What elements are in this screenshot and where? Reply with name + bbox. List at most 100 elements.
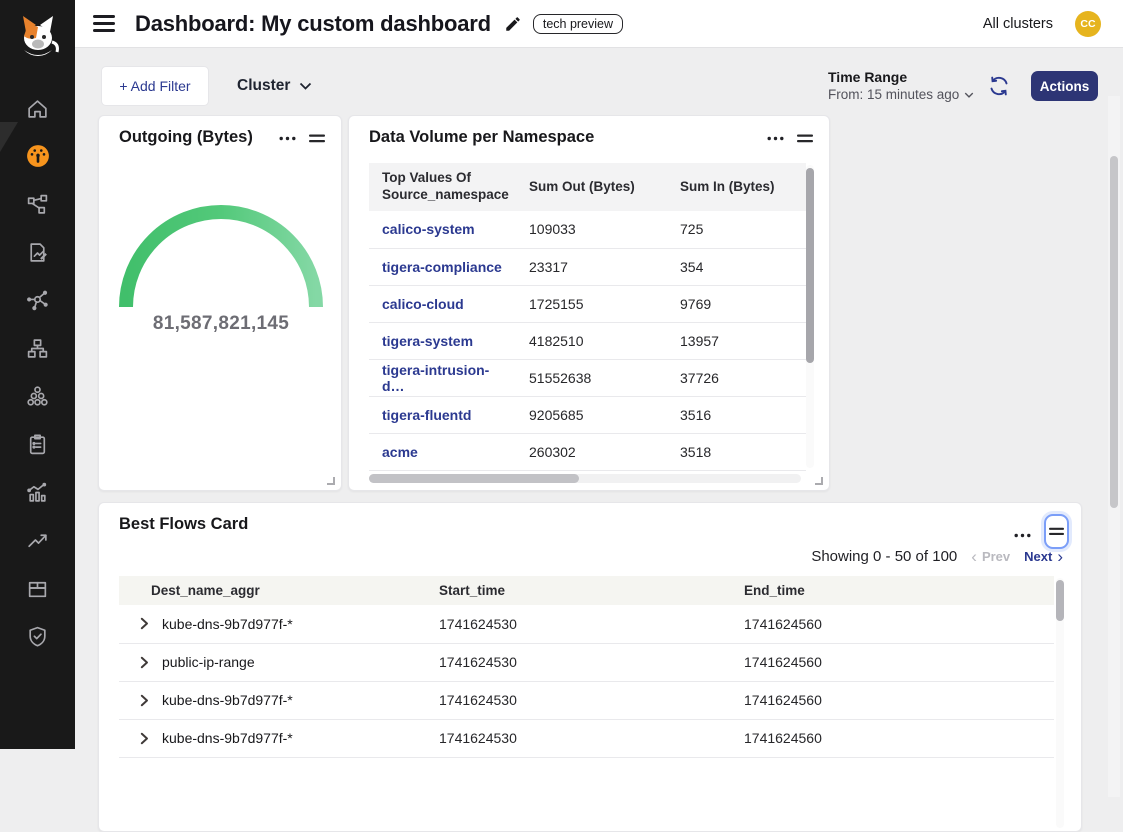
namespace-link[interactable]: tigera-system	[382, 333, 473, 349]
card-drag-handle[interactable]	[309, 134, 325, 143]
card-menu-button[interactable]	[279, 136, 296, 141]
namespace-link[interactable]: tigera-compliance	[382, 259, 502, 275]
sum-in-value: 37726	[667, 359, 806, 396]
chevron-down-icon	[964, 92, 974, 98]
refresh-button[interactable]	[988, 75, 1010, 97]
end-time-value: 1741624560	[731, 605, 1054, 643]
card-resize-handle[interactable]	[815, 477, 823, 485]
namespace-link[interactable]: calico-cloud	[382, 296, 464, 312]
start-time-value: 1741624530	[426, 643, 731, 681]
expand-row-button[interactable]	[140, 694, 149, 707]
table-row: kube-dns-9b7d977f-* 1741624530 174162456…	[119, 681, 1054, 719]
network-graph-icon	[26, 289, 49, 312]
sidebar-item-packages[interactable]	[0, 564, 75, 612]
sum-out-value: 109033	[516, 211, 667, 248]
hamburger-menu-icon[interactable]	[93, 15, 115, 32]
dest-name-value: kube-dns-9b7d977f-*	[162, 730, 293, 746]
next-page-button[interactable]: Next ›	[1024, 548, 1063, 565]
shield-check-icon	[26, 625, 49, 648]
sidebar-item-trends[interactable]	[0, 516, 75, 564]
start-time-value: 1741624530	[426, 681, 731, 719]
card-drag-handle[interactable]	[797, 134, 813, 143]
table-hscrollbar-thumb[interactable]	[369, 474, 579, 483]
drag-handle-icon	[309, 134, 325, 143]
chevron-right-icon	[140, 656, 149, 669]
data-volume-card: Data Volume per Namespace Top Values Of …	[348, 115, 830, 491]
namespace-link[interactable]: tigera-intrusion-d…	[382, 362, 489, 394]
time-range-value: From: 15 minutes ago	[828, 87, 959, 102]
sidebar-item-policies[interactable]	[0, 228, 75, 276]
actions-button[interactable]: Actions	[1031, 71, 1098, 101]
ellipsis-icon	[767, 136, 784, 141]
gauge-chart	[118, 204, 324, 314]
dest-name-value: public-ip-range	[162, 654, 255, 670]
card-menu-button[interactable]	[767, 136, 784, 141]
cluster-filter-dropdown[interactable]: Cluster	[237, 66, 312, 106]
sum-in-value: 3518	[667, 433, 806, 470]
table-row: tigera-system 4182510 13957	[369, 322, 806, 359]
sidebar-item-security[interactable]	[0, 612, 75, 660]
edit-dashboard-button[interactable]	[504, 15, 522, 33]
drag-handle-icon	[797, 134, 813, 143]
chevron-down-icon	[299, 82, 312, 90]
card-title: Data Volume per Namespace	[369, 128, 594, 147]
service-graph-icon	[26, 193, 49, 216]
card-menu-button[interactable]	[1014, 533, 1031, 538]
time-range-dropdown[interactable]: From: 15 minutes ago	[828, 87, 974, 102]
card-drag-handle-focused[interactable]	[1044, 514, 1069, 549]
refresh-icon	[988, 75, 1010, 97]
card-resize-handle[interactable]	[327, 477, 335, 485]
sidebar-item-statistics[interactable]	[0, 468, 75, 516]
table-header-row: Dest_name_aggr Start_time End_time	[119, 576, 1054, 605]
sidebar-item-clusters[interactable]	[0, 372, 75, 420]
sum-in-value: 9769	[667, 285, 806, 322]
filter-bar: + Add Filter Cluster Time Range From: 15…	[75, 48, 1123, 110]
ellipsis-icon	[1014, 533, 1031, 538]
page-scrollbar-thumb[interactable]	[1110, 156, 1118, 508]
time-range-block: Time Range From: 15 minutes ago	[828, 69, 974, 102]
time-range-label: Time Range	[828, 69, 974, 85]
table-header-row: Top Values Of Source_namespace Sum Out (…	[369, 163, 806, 211]
expand-row-button[interactable]	[140, 656, 149, 669]
end-time-value: 1741624560	[731, 681, 1054, 719]
cluster-scope-selector[interactable]: All clusters	[983, 16, 1053, 32]
column-header: Sum In (Bytes)	[667, 163, 806, 211]
expand-row-button[interactable]	[140, 732, 149, 745]
cluster-nodes-icon	[26, 385, 49, 408]
prev-page-button[interactable]: ‹ Prev	[971, 548, 1010, 565]
sidebar-item-endpoints[interactable]	[0, 324, 75, 372]
pagination-status: Showing 0 - 50 of 100	[811, 548, 957, 565]
drag-handle-icon	[1049, 527, 1064, 536]
sidebar-item-service-graph[interactable]	[0, 180, 75, 228]
user-avatar[interactable]: CC	[1075, 11, 1101, 37]
dest-name-value: kube-dns-9b7d977f-*	[162, 692, 293, 708]
add-filter-button[interactable]: + Add Filter	[101, 66, 209, 106]
table-scrollbar-thumb[interactable]	[1056, 580, 1064, 621]
namespace-link[interactable]: tigera-fluentd	[382, 407, 471, 423]
sum-out-value: 51552638	[516, 359, 667, 396]
ellipsis-icon	[279, 136, 296, 141]
page-title: Dashboard: My custom dashboard	[135, 11, 491, 37]
namespace-link[interactable]: acme	[382, 444, 418, 460]
namespace-link[interactable]: calico-system	[382, 221, 475, 237]
sidebar-item-home[interactable]	[0, 84, 75, 132]
chevron-right-icon: ›	[1057, 548, 1063, 565]
sidebar-item-network-graph[interactable]	[0, 276, 75, 324]
start-time-value: 1741624530	[426, 605, 731, 643]
table-row: tigera-intrusion-d… 51552638 37726	[369, 359, 806, 396]
calico-logo-icon[interactable]	[16, 12, 60, 68]
home-icon	[26, 97, 49, 120]
sidebar-item-dashboard[interactable]	[0, 132, 75, 180]
sidebar-item-compliance[interactable]	[0, 420, 75, 468]
expand-row-button[interactable]	[140, 617, 149, 630]
table-row: acme 260302 3518	[369, 433, 806, 470]
column-header: Start_time	[426, 576, 731, 605]
gauge-value: 81,587,821,145	[99, 313, 343, 335]
tech-preview-badge: tech preview	[533, 14, 623, 34]
cluster-filter-label: Cluster	[237, 77, 290, 95]
prev-label: Prev	[982, 549, 1010, 564]
table-scrollbar-thumb[interactable]	[806, 168, 814, 363]
table-row: calico-cloud 1725155 9769	[369, 285, 806, 322]
package-box-icon	[26, 577, 49, 600]
best-flows-card: Best Flows Card Showing 0 - 50 of 100 ‹ …	[98, 502, 1082, 832]
